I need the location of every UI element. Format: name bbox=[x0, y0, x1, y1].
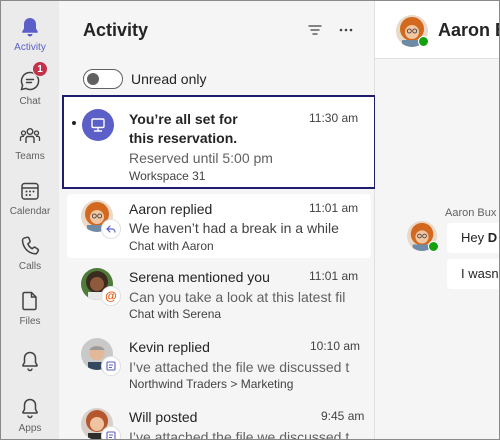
activity-item[interactable]: Aaron replied 11:01 am We haven’t had a … bbox=[67, 194, 371, 258]
workspace-icon bbox=[82, 109, 114, 141]
activity-panel: Activity Unread only You’re all set for … bbox=[59, 1, 376, 440]
file-icon bbox=[18, 289, 42, 313]
item-time: 11:30 am bbox=[309, 111, 359, 125]
rail-item-label: Activity bbox=[14, 42, 46, 53]
phone-icon bbox=[18, 234, 42, 258]
rail-item-notifications[interactable] bbox=[1, 347, 59, 399]
item-body: I’ve attached the file we discussed t bbox=[129, 429, 350, 440]
rail-item-label: Calendar bbox=[9, 206, 51, 217]
more-options-icon[interactable] bbox=[338, 22, 354, 38]
item-body: Can you take a look at this latest fil bbox=[129, 289, 346, 305]
message-bubble[interactable]: I wasn bbox=[447, 259, 499, 289]
rail-item-teams[interactable]: Teams bbox=[1, 122, 59, 174]
activity-item[interactable]: @ Serena mentioned you 11:01 am Can you … bbox=[67, 264, 371, 328]
item-sub: Workspace 31 bbox=[129, 169, 206, 183]
unread-badge: 1 bbox=[32, 61, 48, 77]
post-icon bbox=[101, 426, 121, 439]
message-text: I wasn bbox=[461, 266, 499, 281]
activity-item-reservation[interactable]: You’re all set for this reservation. 11:… bbox=[62, 95, 376, 189]
mention-icon: @ bbox=[101, 286, 121, 306]
filter-icon[interactable] bbox=[307, 22, 323, 38]
presence-available-icon bbox=[428, 241, 439, 252]
item-body: I’ve attached the file we discussed t bbox=[129, 359, 350, 375]
apps-icon bbox=[18, 396, 42, 420]
item-title: Will posted bbox=[129, 409, 198, 425]
chat-header: Aaron B bbox=[375, 1, 499, 59]
message-sender: Aaron Bux bbox=[445, 207, 497, 219]
activity-item[interactable]: Will posted 9:45 am I’ve attached the fi… bbox=[67, 404, 371, 440]
item-title: Aaron replied bbox=[129, 201, 213, 217]
item-body: Reserved until 5:00 pm bbox=[129, 150, 273, 166]
unread-only-toggle[interactable] bbox=[83, 69, 123, 89]
rail-item-activity[interactable]: Activity bbox=[1, 13, 59, 65]
item-sub: Chat with Aaron bbox=[129, 239, 214, 253]
unread-dot bbox=[72, 121, 76, 125]
bell-outline-icon bbox=[18, 349, 42, 373]
item-sub: Northwind Traders > Marketing bbox=[129, 377, 294, 391]
item-body: We haven’t had a break in a while bbox=[129, 220, 339, 236]
item-title-line1: You’re all set for bbox=[129, 111, 238, 127]
rail-item-apps[interactable]: Apps bbox=[1, 394, 59, 439]
rail-item-label: Teams bbox=[15, 151, 45, 162]
item-title-line2: this reservation. bbox=[129, 130, 238, 146]
rail-item-calendar[interactable]: Calendar bbox=[1, 177, 59, 229]
activity-item[interactable]: Kevin replied 10:10 am I’ve attached the… bbox=[67, 334, 371, 398]
presence-available-icon bbox=[418, 36, 429, 47]
chat-pane: Aaron B Aaron Bux Hey D I wasn bbox=[375, 1, 499, 439]
teams-window: Activity 1 Chat Teams Calendar Calls Fil… bbox=[0, 0, 500, 440]
reply-icon bbox=[101, 219, 121, 239]
teams-icon bbox=[18, 124, 42, 148]
app-rail: Activity 1 Chat Teams Calendar Calls Fil… bbox=[1, 1, 59, 439]
item-title: Serena mentioned you bbox=[129, 269, 270, 285]
message-text: Hey bbox=[461, 230, 488, 245]
item-time: 11:01 am bbox=[309, 269, 359, 283]
item-time: 11:01 am bbox=[309, 201, 359, 215]
item-title: Kevin replied bbox=[129, 339, 210, 355]
message-bubble[interactable]: Hey D bbox=[447, 223, 499, 253]
chat-contact-name: Aaron B bbox=[438, 20, 499, 40]
post-icon bbox=[101, 356, 121, 376]
rail-item-label: Calls bbox=[18, 261, 42, 272]
rail-item-label: Files bbox=[19, 316, 41, 327]
unread-only-label: Unread only bbox=[131, 71, 207, 87]
rail-item-label: Apps bbox=[18, 423, 42, 434]
bell-icon bbox=[18, 15, 42, 39]
page-title: Activity bbox=[83, 20, 149, 40]
message-text-bold: D bbox=[487, 230, 498, 245]
calendar-icon bbox=[18, 179, 42, 203]
item-sub: Chat with Serena bbox=[129, 307, 222, 321]
rail-item-files[interactable]: Files bbox=[1, 287, 59, 339]
toggle-knob bbox=[87, 73, 99, 85]
chat-icon: 1 bbox=[18, 61, 48, 93]
item-time: 10:10 am bbox=[310, 339, 361, 353]
rail-item-calls[interactable]: Calls bbox=[1, 232, 59, 284]
item-time: 9:45 am bbox=[321, 409, 365, 423]
rail-item-label: Chat bbox=[19, 96, 41, 107]
rail-item-chat[interactable]: 1 Chat bbox=[1, 61, 59, 119]
